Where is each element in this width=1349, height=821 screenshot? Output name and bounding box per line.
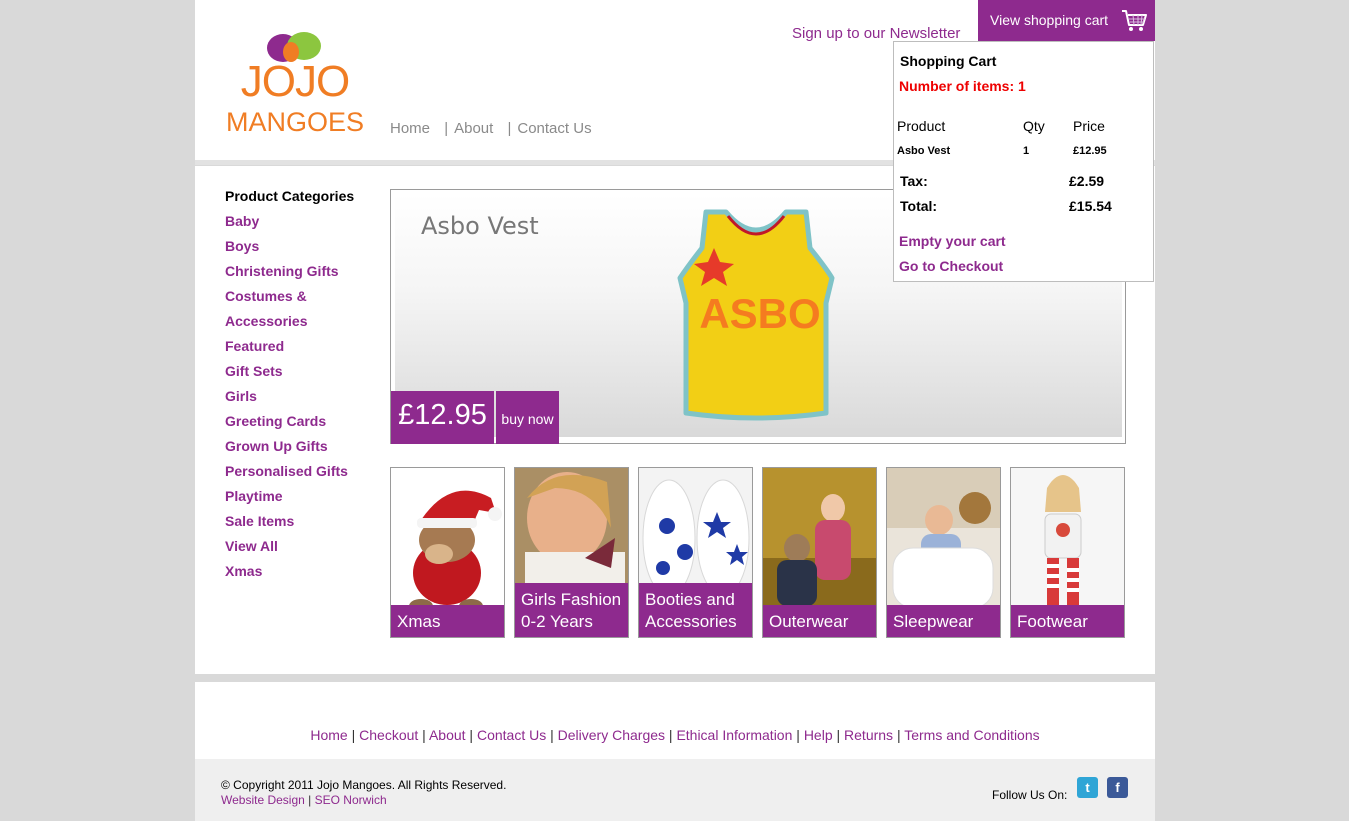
empty-cart-link[interactable]: Empty your cart	[899, 233, 1006, 249]
category-christening-gifts[interactable]: Christening Gifts	[225, 261, 385, 286]
category-girls[interactable]: Girls	[225, 386, 385, 411]
tile-label: Footwear	[1011, 605, 1124, 637]
tile-label: Booties and Accessories	[639, 583, 752, 637]
nav-home[interactable]: Home	[390, 120, 430, 137]
tile-girls-fashion[interactable]: Girls Fashion 0-2 Years	[514, 467, 629, 638]
footer-link-checkout[interactable]: Checkout	[359, 727, 418, 743]
category-featured[interactable]: Featured	[225, 336, 385, 361]
footer-link-delivery-charges[interactable]: Delivery Charges	[558, 727, 665, 743]
twitter-icon[interactable]: t	[1077, 777, 1098, 798]
page-wrapper: JOJO MANGOES Home | About | Contact Us Sig…	[195, 0, 1155, 821]
category-boys[interactable]: Boys	[225, 236, 385, 261]
site-footer: Home | Checkout | About | Contact Us | D…	[195, 682, 1155, 759]
category-tiles: Xmas Girls Fashion 0-2 Years Booties and…	[390, 467, 1130, 639]
cart-header-product: Product	[897, 118, 946, 134]
category-sale-items[interactable]: Sale Items	[225, 511, 385, 536]
cart-row-product: Asbo Vest	[897, 145, 951, 157]
tile-footwear[interactable]: Footwear	[1010, 467, 1125, 638]
view-cart-label: View shopping cart	[990, 12, 1109, 28]
category-xmas[interactable]: Xmas	[225, 561, 385, 586]
seo-norwich-link[interactable]: SEO Norwich	[315, 793, 387, 807]
footer-link-contact-us[interactable]: Contact Us	[477, 727, 546, 743]
cart-header-qty: Qty	[1023, 118, 1045, 134]
tile-booties[interactable]: Booties and Accessories	[638, 467, 753, 638]
facebook-icon[interactable]: f	[1107, 777, 1128, 798]
tile-label: Girls Fashion 0-2 Years	[515, 583, 628, 637]
footer-link-ethical-information[interactable]: Ethical Information	[676, 727, 792, 743]
nav-separator: |	[444, 120, 449, 137]
nav-about[interactable]: About	[454, 120, 493, 137]
featured-product-title: Asbo Vest	[421, 212, 539, 240]
category-costumes-accessories-cont[interactable]: Accessories	[225, 311, 385, 336]
buy-now-button[interactable]: buy now	[496, 391, 559, 444]
logo-text-mangoes: MANGOES	[225, 107, 365, 137]
asbo-vest-image[interactable]: ASBO	[676, 208, 836, 423]
categories-heading: Product Categories	[225, 188, 355, 204]
cart-header-price: Price	[1073, 118, 1105, 134]
website-design-link[interactable]: Website Design	[221, 793, 305, 807]
vest-print-text: ASBO	[699, 290, 820, 337]
footer-bottom-bar: © Copyright 2011 Jojo Mangoes. All Right…	[195, 759, 1155, 821]
category-playtime[interactable]: Playtime	[225, 486, 385, 511]
cart-total-label: Total:	[900, 198, 938, 214]
newsletter-link[interactable]: Sign up to our Newsletter	[792, 25, 960, 42]
site-logo[interactable]: JOJO MANGOES	[225, 28, 365, 140]
cart-tax-value: £2.59	[1069, 173, 1105, 189]
category-gift-sets[interactable]: Gift Sets	[225, 361, 385, 386]
logo-text-jojo: JOJO	[240, 57, 350, 106]
credits: Website Design | SEO Norwich	[221, 793, 387, 807]
shopping-cart-panel: Shopping Cart Number of items: 1 Product…	[893, 41, 1154, 282]
category-grown-up-gifts[interactable]: Grown Up Gifts	[225, 436, 385, 461]
tile-label: Outerwear	[763, 605, 876, 637]
nav-contact-us[interactable]: Contact Us	[517, 120, 591, 137]
tile-label: Sleepwear	[887, 605, 1000, 637]
footer-link-terms[interactable]: Terms and Conditions	[904, 727, 1039, 743]
category-baby[interactable]: Baby	[225, 211, 385, 236]
footer-link-returns[interactable]: Returns	[844, 727, 893, 743]
cart-item-count: Number of items: 1	[899, 78, 1026, 94]
cart-total-value: £15.54	[1069, 198, 1112, 214]
cart-title: Shopping Cart	[900, 53, 997, 69]
footer-link-help[interactable]: Help	[804, 727, 833, 743]
product-categories: Product Categories Baby Boys Christening…	[225, 186, 385, 586]
go-to-checkout-link[interactable]: Go to Checkout	[899, 258, 1003, 274]
tile-sleepwear[interactable]: Sleepwear	[886, 467, 1001, 638]
product-price: £12.95	[391, 391, 494, 444]
footer-link-about[interactable]: About	[429, 727, 466, 743]
cart-row-qty: 1	[1023, 145, 1030, 157]
cart-row-price: £12.95	[1073, 145, 1107, 157]
footer-navigation: Home | Checkout | About | Contact Us | D…	[310, 727, 1040, 743]
category-costumes-accessories[interactable]: Costumes &	[225, 286, 385, 311]
tile-outerwear[interactable]: Outerwear	[762, 467, 877, 638]
category-greeting-cards[interactable]: Greeting Cards	[225, 411, 385, 436]
category-personalised-gifts[interactable]: Personalised Gifts	[225, 461, 385, 486]
shopping-cart-icon	[1122, 10, 1147, 31]
tile-xmas[interactable]: Xmas	[390, 467, 505, 638]
nav-separator: |	[507, 120, 512, 137]
tile-label: Xmas	[391, 605, 504, 637]
footer-link-home[interactable]: Home	[310, 727, 347, 743]
follow-us-label: Follow Us On:	[992, 788, 1068, 802]
cart-tax-label: Tax:	[900, 173, 928, 189]
copyright-text: © Copyright 2011 Jojo Mangoes. All Right…	[221, 778, 507, 792]
view-shopping-cart-button[interactable]: View shopping cart	[978, 0, 1155, 41]
category-view-all[interactable]: View All	[225, 536, 385, 561]
top-navigation: Home | About | Contact Us	[390, 120, 592, 137]
